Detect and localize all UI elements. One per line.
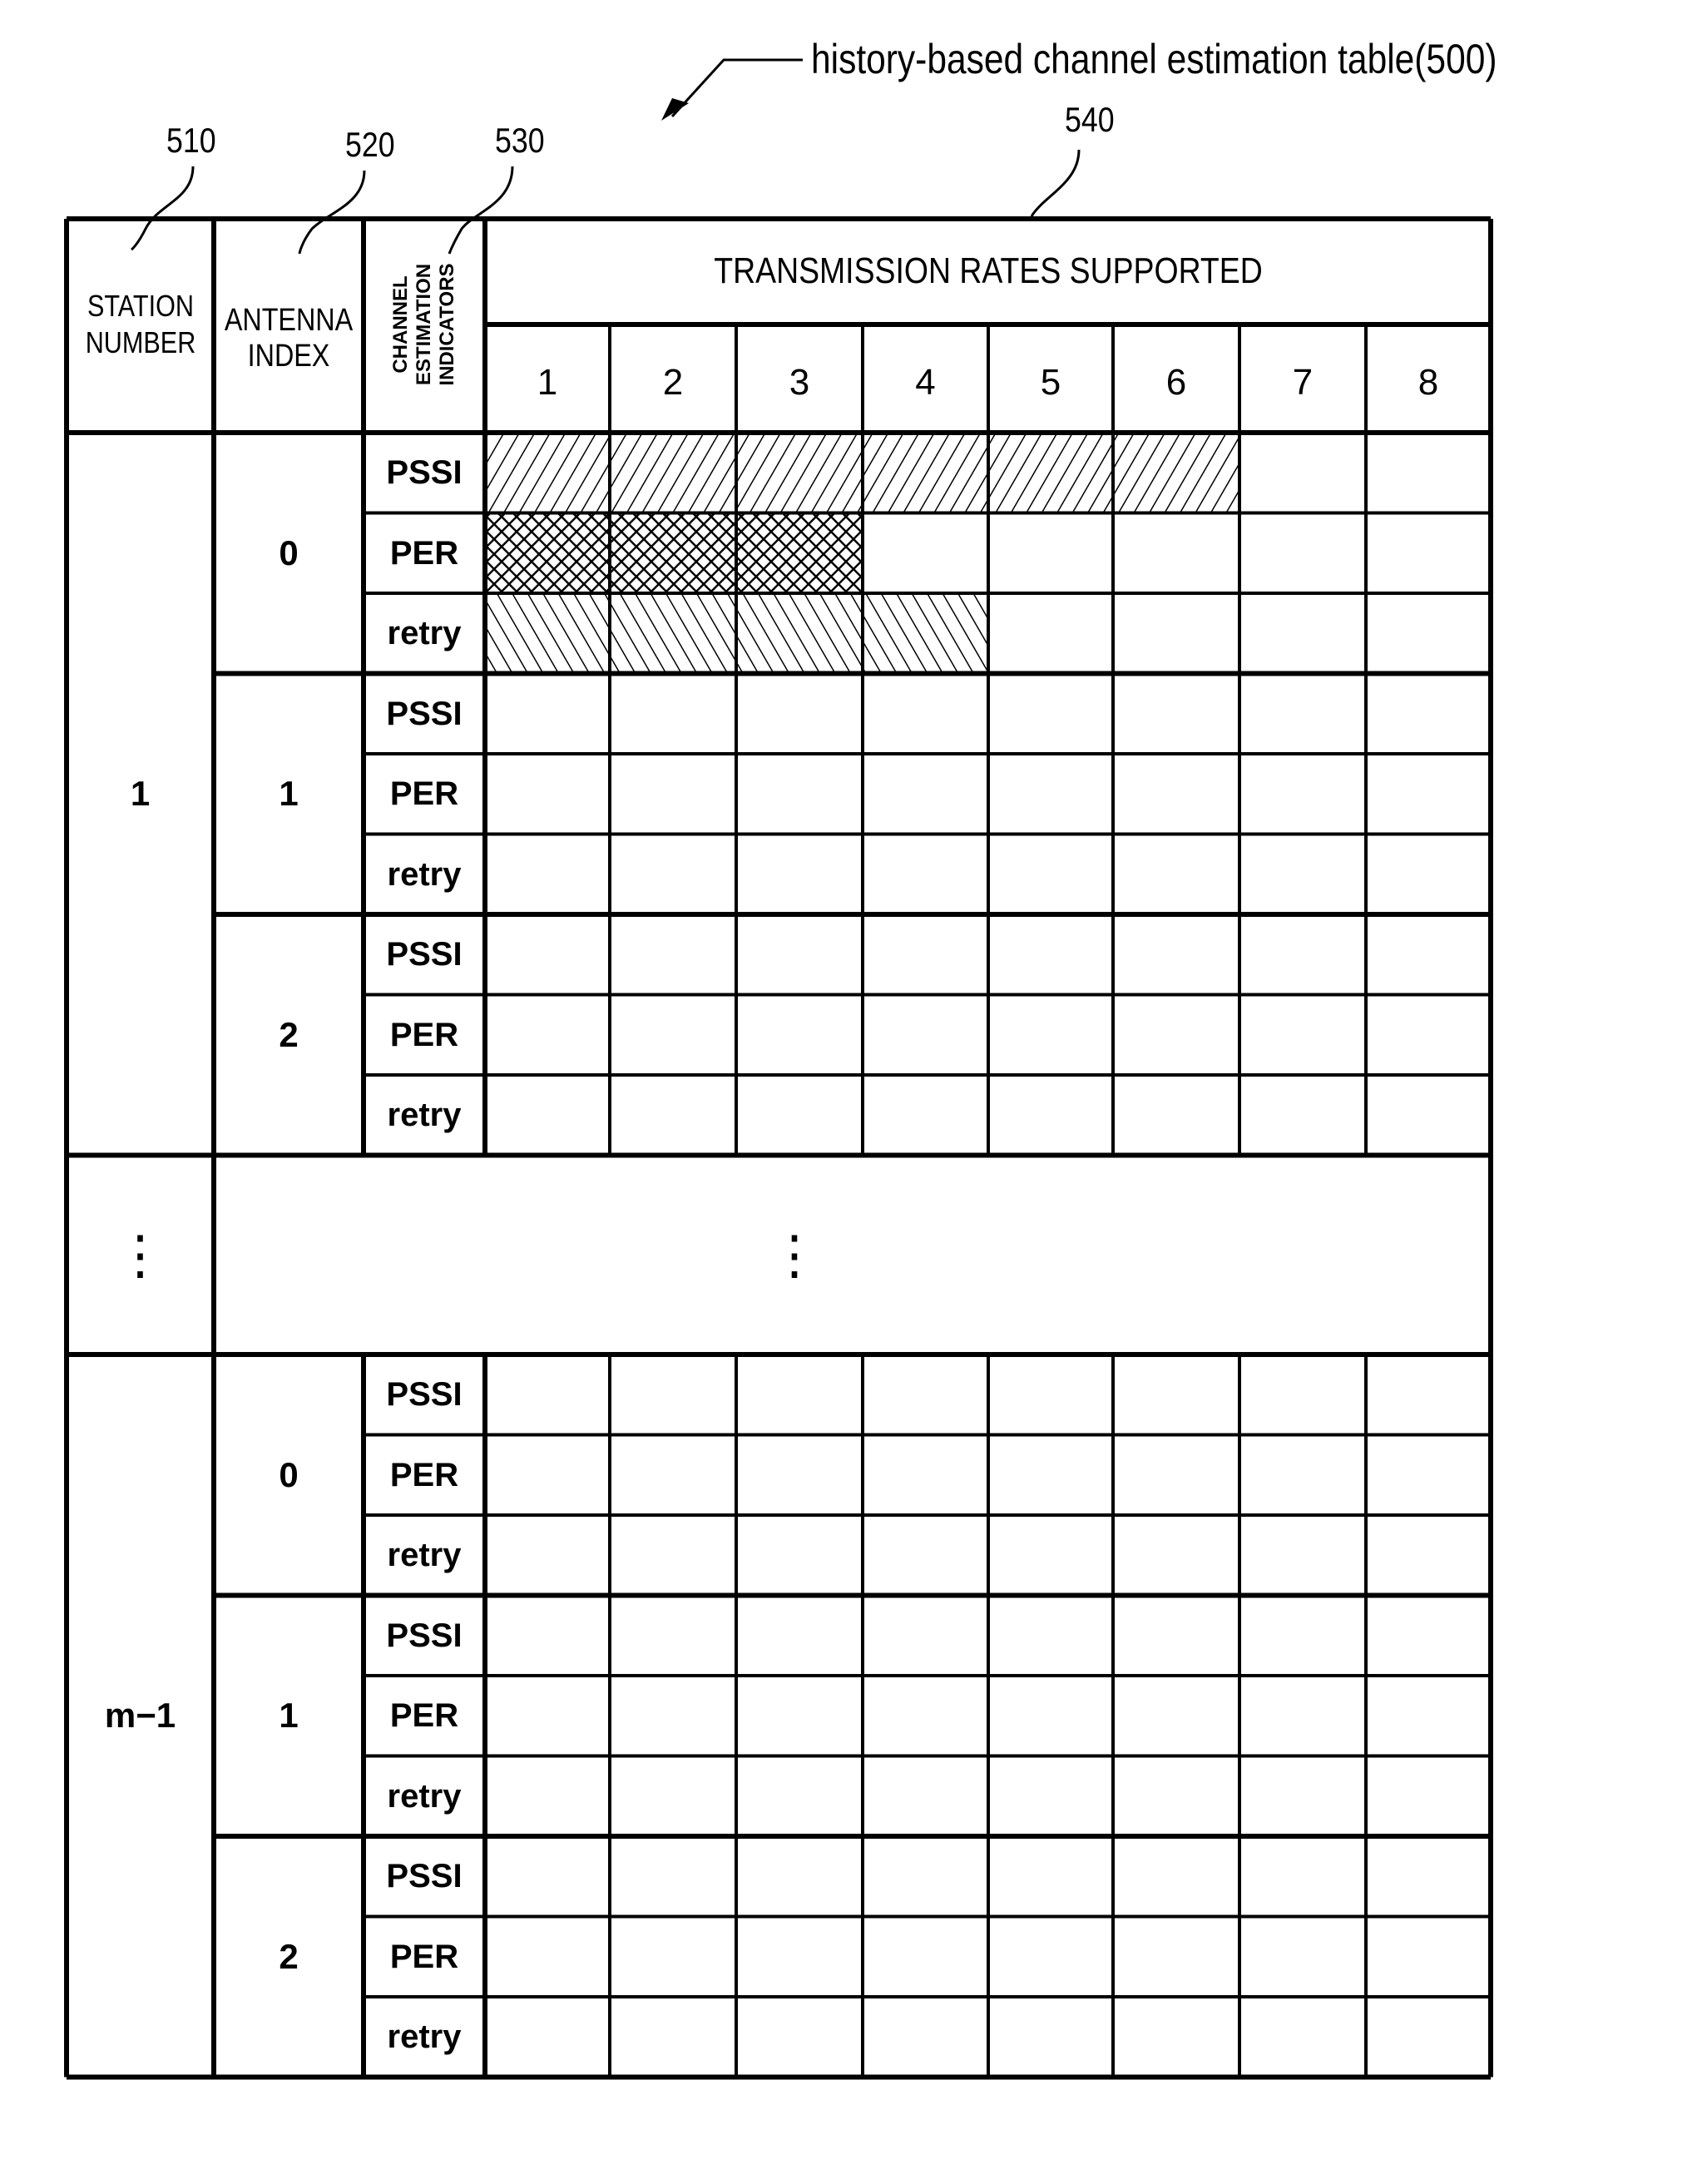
indicator-label-pssi: PSSI (386, 1858, 463, 1895)
leader-lines (131, 58, 1081, 255)
filled-cell-pssi (736, 433, 863, 513)
filled-cell-per (736, 513, 863, 593)
filled-cell-per (485, 513, 610, 593)
rate-column-header: 6 (1165, 362, 1187, 403)
indicator-label-pssi: PSSI (386, 454, 463, 492)
filled-cell-retry (610, 593, 736, 674)
indicator-label-retry: retry (387, 855, 462, 893)
title-leader-line (670, 58, 803, 118)
rate-column-header: 7 (1292, 362, 1314, 403)
station-number: 1 (130, 774, 151, 814)
indicator-label-pssi: PSSI (386, 695, 463, 732)
antenna-index: 0 (279, 532, 299, 572)
filled-cell-retry (863, 593, 988, 674)
station-number: m−1 (104, 1696, 176, 1736)
indicator-label-retry: retry (387, 1777, 462, 1815)
header-rates-title: TRANSMISSION RATES SUPPORTED (713, 250, 1263, 291)
indicator-label-per: PER (389, 1697, 459, 1735)
header-indicators-line1: CHANNEL (389, 275, 412, 374)
filled-cell-retry (736, 593, 863, 674)
rate-column-header: 8 (1417, 362, 1439, 403)
rate-column-header: 4 (915, 362, 936, 403)
rate-column-header: 2 (662, 362, 684, 403)
header-station-line2: NUMBER (85, 325, 195, 359)
leader-510 (131, 166, 195, 251)
rate-column-header: 1 (537, 362, 558, 403)
antenna-index: 2 (279, 1014, 299, 1054)
indicator-label-per: PER (389, 1016, 459, 1053)
filled-cell-pssi (988, 433, 1113, 513)
ellipsis-body: ⋮ (768, 1225, 821, 1285)
indicator-label-pssi: PSSI (386, 1617, 463, 1654)
rate-column-header: 3 (789, 362, 810, 403)
indicator-label-per: PER (389, 534, 459, 572)
indicator-label-retry: retry (387, 1097, 462, 1134)
antenna-index: 0 (279, 1454, 299, 1494)
header-station-line1: STATION (87, 289, 194, 323)
indicator-label-per: PER (389, 1456, 459, 1493)
rate-column-header: 5 (1040, 362, 1061, 403)
indicator-label-retry: retry (387, 1537, 462, 1574)
header-antenna-line1: ANTENNA (224, 303, 354, 338)
leader-520 (298, 170, 366, 255)
filled-cell-pssi (863, 433, 988, 513)
header-indicators-line2: ESTIMATION (413, 263, 435, 386)
indicator-label-retry: retry (387, 2018, 462, 2056)
filled-cell-retry (485, 593, 610, 674)
antenna-index: 1 (279, 1696, 299, 1736)
indicator-label-retry: retry (387, 615, 462, 652)
antenna-index: 2 (279, 1936, 299, 1976)
header-indicators-line3: INDICATORS (436, 263, 458, 386)
leader-530 (448, 166, 514, 255)
antenna-index: 1 (279, 774, 299, 814)
ellipsis-station: ⋮ (113, 1225, 167, 1285)
filled-cell-pssi (1113, 433, 1239, 513)
filled-cell-pssi (485, 433, 610, 513)
indicator-label-per: PER (389, 775, 459, 813)
header-antenna-line2: INDEX (247, 339, 330, 374)
leader-540 (1030, 149, 1081, 217)
indicator-label-per: PER (389, 1938, 459, 1975)
indicator-label-pssi: PSSI (386, 936, 463, 973)
indicator-label-pssi: PSSI (386, 1376, 463, 1414)
filled-cell-pssi (610, 433, 736, 513)
filled-cell-per (610, 513, 736, 593)
